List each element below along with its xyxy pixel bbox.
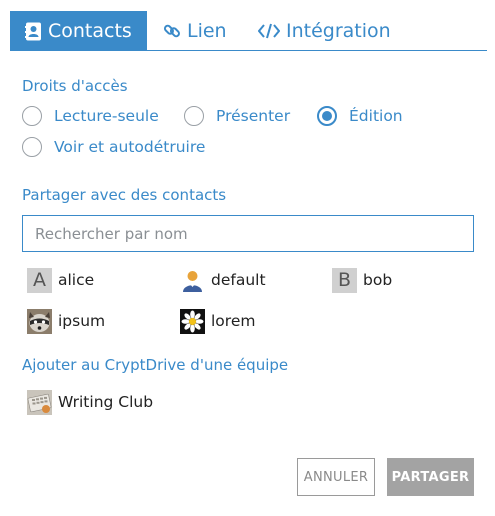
radio-edit-circle[interactable]: [317, 106, 337, 126]
tab-embed[interactable]: Intégration: [256, 11, 406, 51]
radio-present-circle[interactable]: [184, 106, 204, 126]
team-writing-club[interactable]: Writing Club: [27, 389, 153, 415]
contact-name: default: [211, 271, 266, 289]
contact-name: lorem: [211, 312, 256, 330]
share-contacts-title: Partager avec des contacts: [22, 186, 227, 204]
tab-contacts-label: Contacts: [48, 20, 132, 42]
code-icon: [258, 23, 280, 39]
radio-edit[interactable]: Édition: [317, 106, 403, 126]
avatar-letter: A: [27, 267, 52, 293]
contact-bob[interactable]: B bob: [332, 267, 392, 293]
search-input[interactable]: [22, 215, 474, 252]
radio-read-only[interactable]: Lecture-seule: [22, 106, 159, 126]
access-rights-title: Droits d'accès: [22, 77, 128, 95]
daisy-avatar-icon: [180, 308, 205, 334]
radio-read-only-label: Lecture-seule: [54, 107, 159, 125]
team-title: Ajouter au CryptDrive d'une équipe: [22, 356, 289, 374]
radio-view-once[interactable]: Voir et autodétruire: [22, 137, 205, 157]
radio-view-once-circle[interactable]: [22, 137, 42, 157]
contact-default[interactable]: default: [180, 267, 266, 293]
team-name: Writing Club: [58, 393, 154, 411]
share-tabs: Contacts Lien Intégration: [10, 11, 487, 51]
radio-present[interactable]: Présenter: [184, 106, 290, 126]
contact-lorem[interactable]: lorem: [180, 308, 255, 334]
tab-contacts[interactable]: Contacts: [10, 11, 147, 51]
contact-name: ipsum: [58, 312, 106, 330]
tab-link-label: Lien: [187, 20, 227, 42]
radio-read-only-circle[interactable]: [22, 106, 42, 126]
contact-name: bob: [363, 271, 393, 289]
link-icon: [163, 22, 181, 40]
share-button[interactable]: PARTAGER: [387, 458, 474, 496]
tab-link[interactable]: Lien: [160, 11, 240, 51]
radio-present-label: Présenter: [216, 107, 291, 125]
tab-embed-label: Intégration: [286, 20, 391, 42]
contact-name: alice: [58, 271, 95, 289]
avatar-letter: B: [332, 267, 357, 293]
contact-card-icon: [25, 22, 42, 41]
cancel-button[interactable]: ANNULER: [297, 458, 375, 496]
contact-alice[interactable]: A alice: [27, 267, 94, 293]
keyboard-avatar-icon: [27, 389, 52, 415]
user-silhouette-icon: [180, 268, 205, 293]
contact-ipsum[interactable]: ipsum: [27, 308, 105, 334]
radio-edit-label: Édition: [349, 107, 403, 125]
radio-view-once-label: Voir et autodétruire: [54, 138, 206, 156]
raccoon-avatar-icon: [27, 308, 52, 334]
